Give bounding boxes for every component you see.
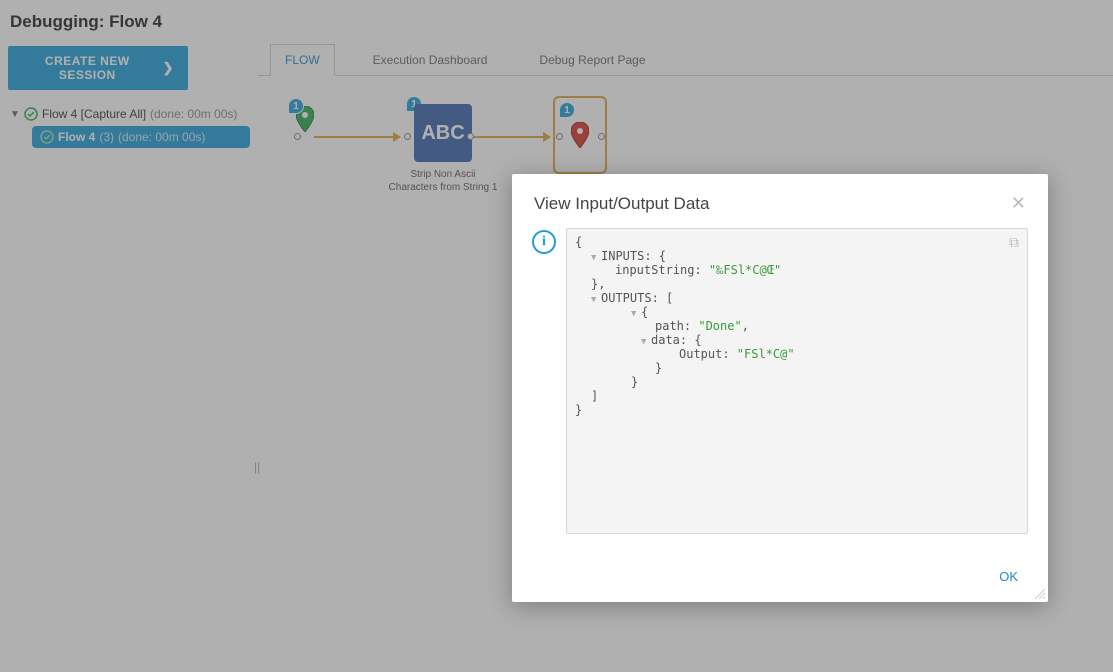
close-icon[interactable]: ✕ [1011,194,1026,212]
collapse-caret-icon[interactable]: ▼ [591,253,601,263]
ok-button[interactable]: OK [991,565,1026,588]
io-data-modal: View Input/Output Data ✕ i ⧉ { ▼INPUTS: … [512,174,1048,602]
collapse-caret-icon[interactable]: ▼ [641,337,651,347]
collapse-caret-icon[interactable]: ▼ [631,309,641,319]
modal-title: View Input/Output Data [534,194,709,214]
info-icon: i [532,230,556,254]
copy-icon[interactable]: ⧉ [1009,235,1019,251]
collapse-caret-icon[interactable]: ▼ [591,295,601,305]
json-viewer[interactable]: ⧉ { ▼INPUTS: { inputString: "‰FSl*C@Œ" }… [566,228,1028,534]
